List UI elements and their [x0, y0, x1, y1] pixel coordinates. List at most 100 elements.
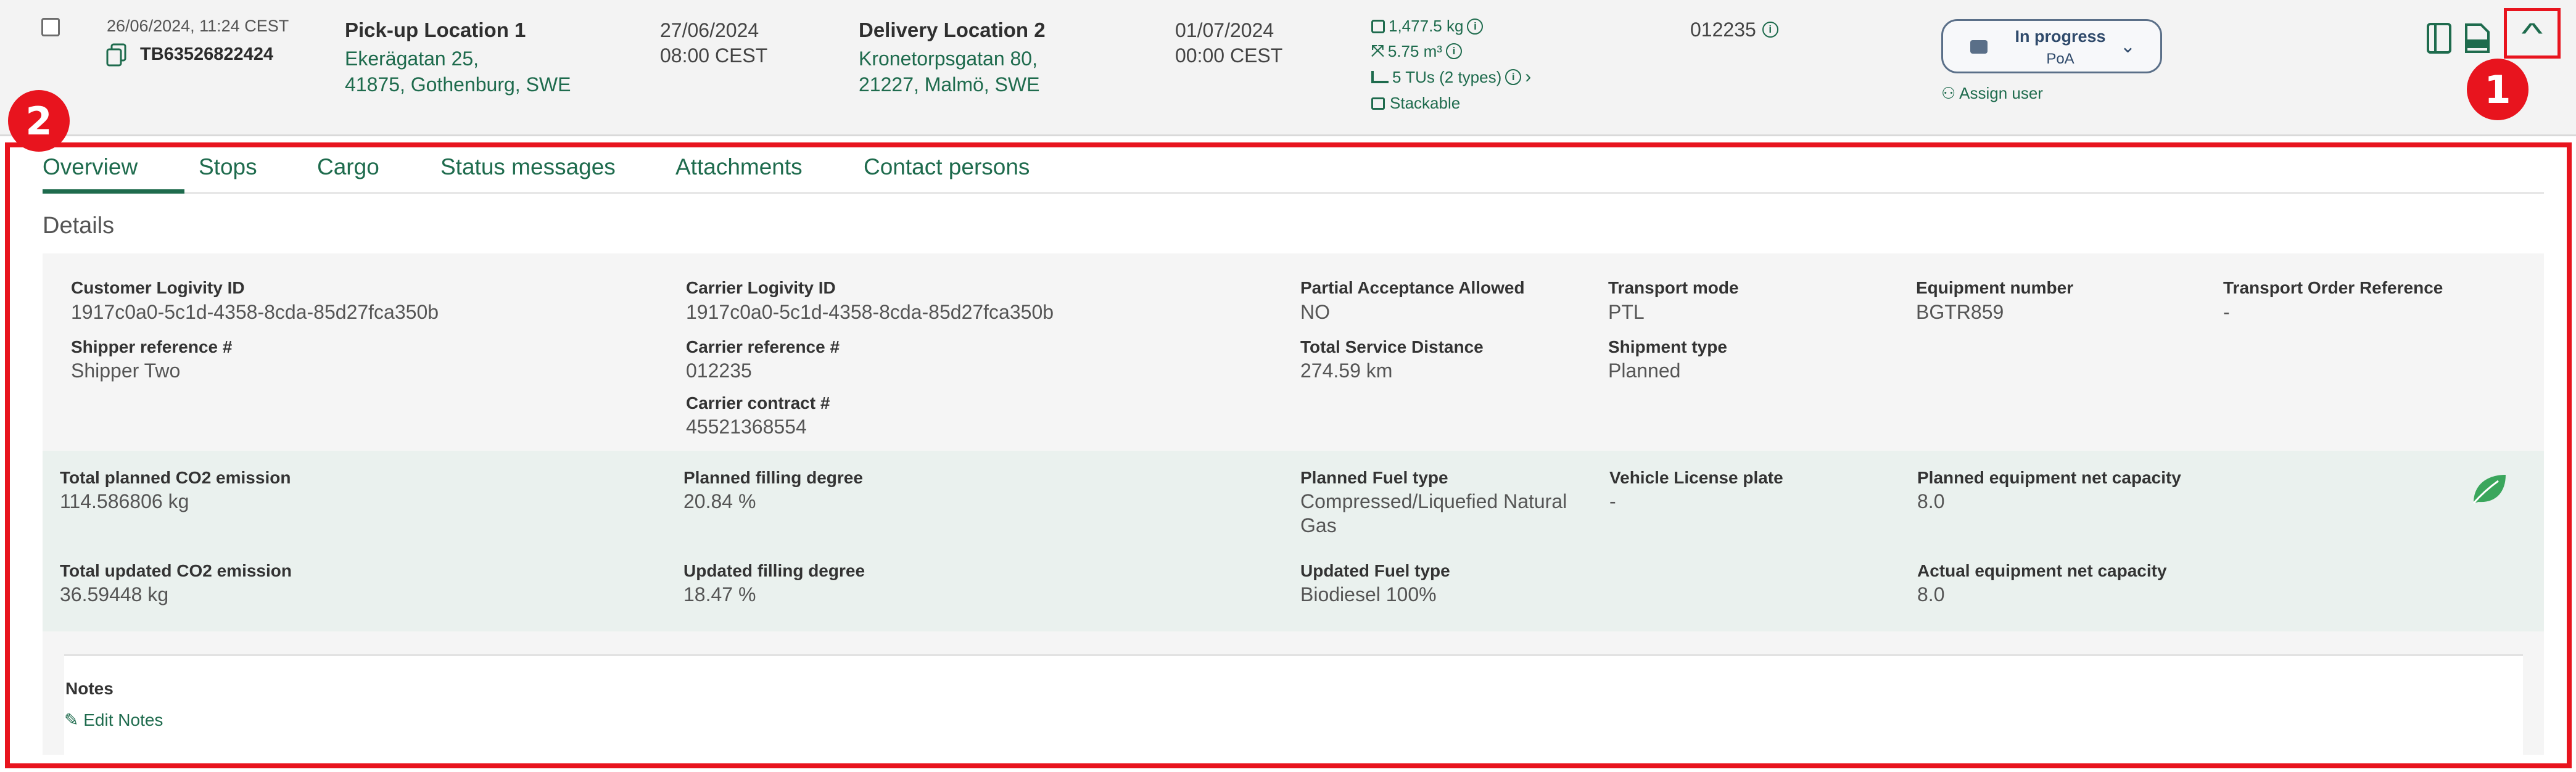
shipment-type-label: Shipment type — [1608, 337, 1727, 356]
planned-co2-value: 114.586806 kg — [60, 490, 189, 512]
notes-inner — [64, 654, 2523, 755]
tab-overview[interactable]: Overview — [43, 154, 138, 180]
chevron-down-icon: ⌄ — [2120, 36, 2136, 57]
weight-icon — [1371, 19, 1385, 33]
status-subtitle: PoA — [2046, 51, 2074, 67]
info-icon[interactable]: i — [1445, 43, 1462, 59]
planned-filling-label: Planned filling degree — [683, 468, 863, 487]
carrier-reference-value: 012235 — [1690, 18, 1756, 41]
notes-title: Notes — [65, 679, 114, 698]
chevron-right-icon[interactable]: › — [1525, 67, 1531, 88]
assign-user-link[interactable]: ⚇ Assign user — [1941, 84, 2043, 103]
pallet-icon — [1371, 71, 1389, 83]
pickup-name: Pick-up Location 1 — [345, 18, 526, 41]
cargo-weight: 1,477.5 kg — [1389, 17, 1464, 35]
cargo-tus-row[interactable]: 5 TUs (2 types) i › — [1371, 67, 1531, 88]
cargo-volume-row: ⤧ 5.75 m³ i — [1371, 41, 1462, 61]
truck-icon — [1970, 40, 1988, 54]
pickup-date: 27/06/2024 — [660, 19, 759, 41]
carrier-contract-value: 45521368554 — [686, 416, 807, 438]
actual-capacity-value: 8.0 — [1917, 583, 1945, 606]
delivery-street[interactable]: Kronetorpsgatan 80, — [859, 45, 1038, 72]
assign-user-label[interactable]: Assign user — [1959, 84, 2043, 102]
tab-contact-persons[interactable]: Contact persons — [864, 154, 1030, 180]
copy-icon[interactable] — [106, 43, 126, 67]
carrier-id-value: 1917c0a0-5c1d-4358-8cda-85d27fca350b — [686, 301, 1054, 323]
tab-attachments[interactable]: Attachments — [675, 154, 803, 180]
planned-co2-label: Total planned CO2 emission — [60, 468, 291, 487]
transport-order-ref-label: Transport Order Reference — [2223, 278, 2443, 297]
row-select-checkbox[interactable] — [41, 18, 60, 36]
edit-icon: ✎ — [64, 710, 79, 729]
info-icon[interactable]: i — [1505, 69, 1522, 85]
status-title: In progress — [2015, 27, 2106, 46]
license-plate-value: - — [1609, 490, 1616, 512]
updated-co2-label: Total updated CO2 emission — [60, 561, 292, 580]
delivery-city[interactable]: 21227, Malmö, SWE — [859, 71, 1039, 98]
collapse-row-button[interactable]: ^ — [2504, 8, 2561, 59]
actual-capacity-label: Actual equipment net capacity — [1917, 561, 2167, 580]
carrier-contract-label: Carrier contract # — [686, 393, 830, 413]
transport-mode-value: PTL — [1608, 301, 1645, 323]
updated-filling-value: 18.47 % — [683, 583, 756, 606]
details-heading: Details — [43, 213, 115, 239]
shipper-ref-label: Shipper reference # — [71, 337, 233, 356]
updated-co2-value: 36.59448 kg — [60, 583, 169, 606]
planned-capacity-label: Planned equipment net capacity — [1917, 468, 2181, 487]
equipment-number-value: BGTR859 — [1916, 301, 2004, 323]
planned-fuel-value-line1: Compressed/Liquefied Natural — [1300, 490, 1567, 512]
carrier-ref-label: Carrier reference # — [686, 337, 840, 356]
pdf-icon[interactable] — [2464, 22, 2491, 57]
tab-cargo[interactable]: Cargo — [317, 154, 379, 180]
volume-icon: ⤧ — [1371, 41, 1384, 60]
carrier-ref-value: 012235 — [686, 359, 752, 382]
delivery-time: 00:00 CEST — [1175, 44, 1283, 67]
details-card — [43, 253, 2544, 451]
carrier-reference-top: 012235 i — [1690, 17, 1778, 43]
tab-stops[interactable]: Stops — [199, 154, 257, 180]
pickup-street[interactable]: Ekerägatan 25, — [345, 45, 479, 72]
edit-notes-link[interactable]: ✎ Edit Notes — [64, 710, 163, 730]
updated-fuel-label: Updated Fuel type — [1300, 561, 1450, 580]
pickup-time: 08:00 CEST — [660, 44, 768, 67]
service-distance-label: Total Service Distance — [1300, 337, 1484, 356]
carrier-id-label: Carrier Logivity ID — [686, 278, 836, 297]
cargo-stackable-row: Stackable — [1371, 94, 1460, 113]
shipper-ref-value: Shipper Two — [71, 359, 181, 382]
customer-id-label: Customer Logivity ID — [71, 278, 245, 297]
shipment-reference: TB63526822424 — [140, 44, 274, 64]
equipment-number-label: Equipment number — [1916, 278, 2074, 297]
tab-status-messages[interactable]: Status messages — [440, 154, 616, 180]
cargo-stackable: Stackable — [1390, 94, 1461, 112]
transport-mode-label: Transport mode — [1608, 278, 1739, 297]
info-icon[interactable]: i — [1762, 22, 1778, 38]
planned-filling-value: 20.84 % — [683, 490, 756, 512]
annotation-badge-1: 1 — [2467, 59, 2529, 120]
partial-acceptance-label: Partial Acceptance Allowed — [1300, 278, 1525, 297]
edit-notes-label[interactable]: Edit Notes — [83, 710, 163, 729]
tabs-divider — [43, 192, 2544, 194]
updated-fuel-value: Biodiesel 100% — [1300, 583, 1437, 606]
active-tab-indicator — [43, 189, 184, 194]
info-icon[interactable]: i — [1467, 18, 1484, 35]
status-dropdown[interactable]: In progress PoA ⌄ — [1941, 19, 2162, 73]
delivery-name: Delivery Location 2 — [859, 18, 1046, 41]
leaf-icon — [2470, 472, 2508, 510]
user-icon: ⚇ — [1941, 84, 1956, 102]
cargo-tus[interactable]: 5 TUs (2 types) — [1392, 68, 1501, 87]
pickup-city[interactable]: 41875, Gothenburg, SWE — [345, 71, 571, 98]
customer-id-value: 1917c0a0-5c1d-4358-8cda-85d27fca350b — [71, 301, 439, 323]
service-distance-value: 274.59 km — [1300, 359, 1393, 382]
partial-acceptance-value: NO — [1300, 301, 1330, 323]
annotation-badge-2: 2 — [8, 90, 70, 152]
chevron-up-icon: ^ — [2521, 17, 2543, 49]
updated-filling-label: Updated filling degree — [683, 561, 865, 580]
stack-icon — [1371, 97, 1385, 110]
created-datetime: 26/06/2024, 11:24 CEST — [107, 17, 289, 35]
transport-order-ref-value: - — [2223, 301, 2230, 323]
planned-fuel-value-line2: Gas — [1300, 514, 1337, 536]
document-icon[interactable] — [2425, 22, 2454, 57]
shipment-type-value: Planned — [1608, 359, 1681, 382]
license-plate-label: Vehicle License plate — [1609, 468, 1783, 487]
cargo-volume: 5.75 m³ — [1387, 41, 1442, 60]
